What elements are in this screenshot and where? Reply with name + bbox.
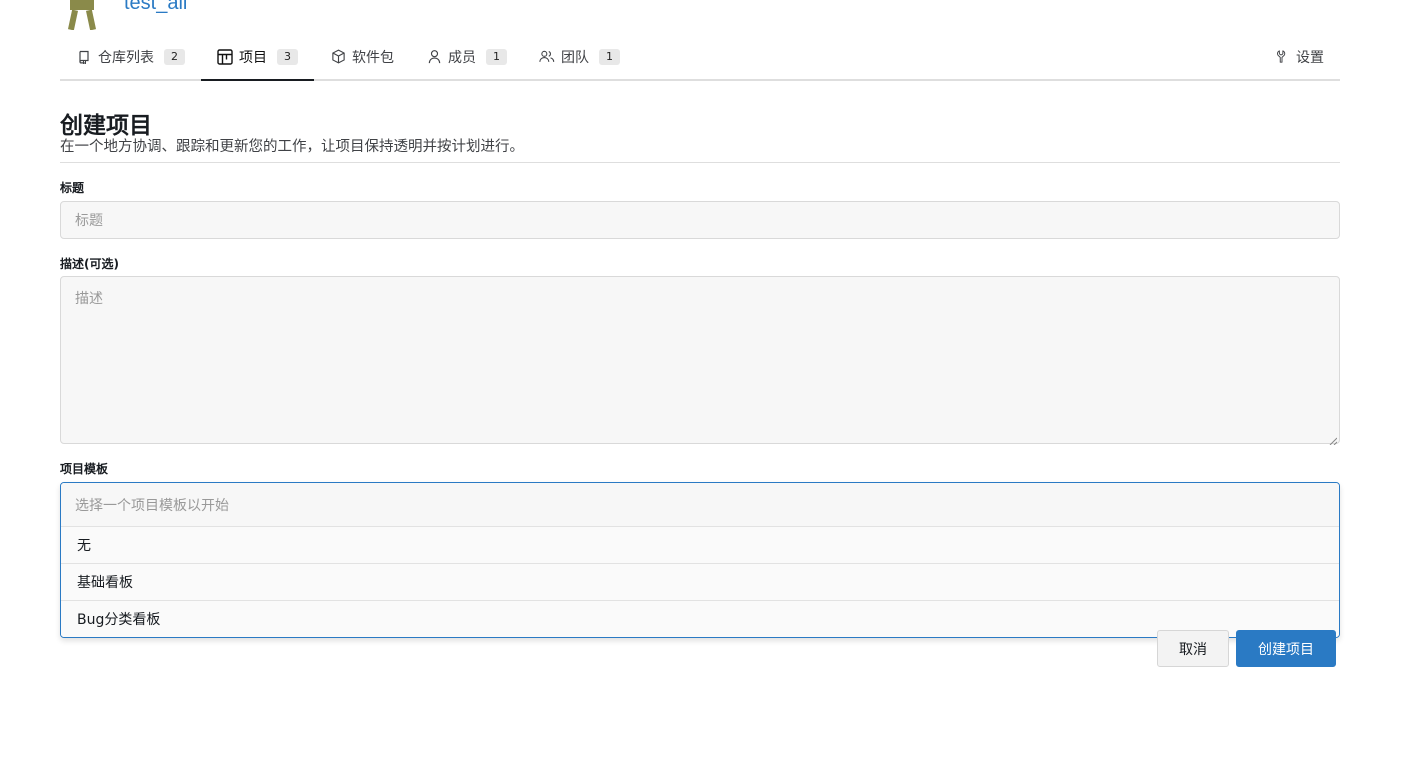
create-project-button[interactable]: 创建项目 — [1236, 630, 1336, 667]
tab-repositories[interactable]: 仓库列表 2 — [60, 34, 201, 79]
avatar[interactable] — [60, 0, 104, 31]
description-label: 描述(可选) — [60, 257, 119, 271]
title-input[interactable]: 标题 — [60, 201, 1340, 239]
tab-settings[interactable]: 设置 — [1258, 34, 1340, 79]
tab-teams[interactable]: 团队 1 — [523, 34, 636, 79]
template-option-bug-triage[interactable]: Bug分类看板 — [61, 600, 1339, 637]
repo-icon — [76, 49, 92, 65]
tab-packages[interactable]: 软件包 — [314, 34, 410, 79]
org-name-link[interactable]: test_all — [124, 0, 187, 15]
tab-label: 团队 — [561, 49, 589, 66]
cancel-button[interactable]: 取消 — [1157, 630, 1229, 667]
description-textarea[interactable]: 描述 — [60, 276, 1340, 446]
tab-count-badge: 3 — [277, 48, 298, 65]
people-icon — [539, 49, 555, 65]
org-header — [60, 0, 104, 31]
description-placeholder: 描述 — [75, 291, 103, 307]
tools-icon — [1274, 49, 1290, 65]
tab-count-badge: 1 — [599, 48, 620, 65]
tab-label: 项目 — [239, 49, 267, 66]
tab-count-badge: 2 — [164, 48, 185, 65]
template-select[interactable]: 选择一个项目模板以开始 无 基础看板 Bug分类看板 — [60, 482, 1340, 638]
project-icon — [217, 48, 233, 65]
template-option-basic-kanban[interactable]: 基础看板 — [61, 563, 1339, 600]
template-label: 项目模板 — [60, 462, 109, 476]
tab-count-badge: 1 — [486, 48, 507, 65]
tab-label: 软件包 — [352, 49, 394, 66]
template-option-none[interactable]: 无 — [61, 526, 1339, 563]
resize-handle-icon[interactable] — [1329, 433, 1338, 446]
template-select-input[interactable]: 选择一个项目模板以开始 — [61, 483, 1339, 526]
tab-label: 成员 — [448, 49, 476, 66]
tab-label: 仓库列表 — [98, 49, 154, 66]
tab-members[interactable]: 成员 1 — [410, 34, 523, 79]
divider — [60, 162, 1340, 163]
person-icon — [426, 49, 442, 65]
package-icon — [330, 49, 346, 65]
tab-projects[interactable]: 项目 3 — [201, 34, 314, 81]
page-description: 在一个地方协调、跟踪和更新您的工作，让项目保持透明并按计划进行。 — [60, 139, 524, 155]
tab-label: 设置 — [1296, 49, 1324, 66]
title-label: 标题 — [60, 181, 85, 195]
org-nav-tabs: 仓库列表 2 项目 3 软件包 成员 1 团队 1 设置 — [60, 34, 1340, 81]
